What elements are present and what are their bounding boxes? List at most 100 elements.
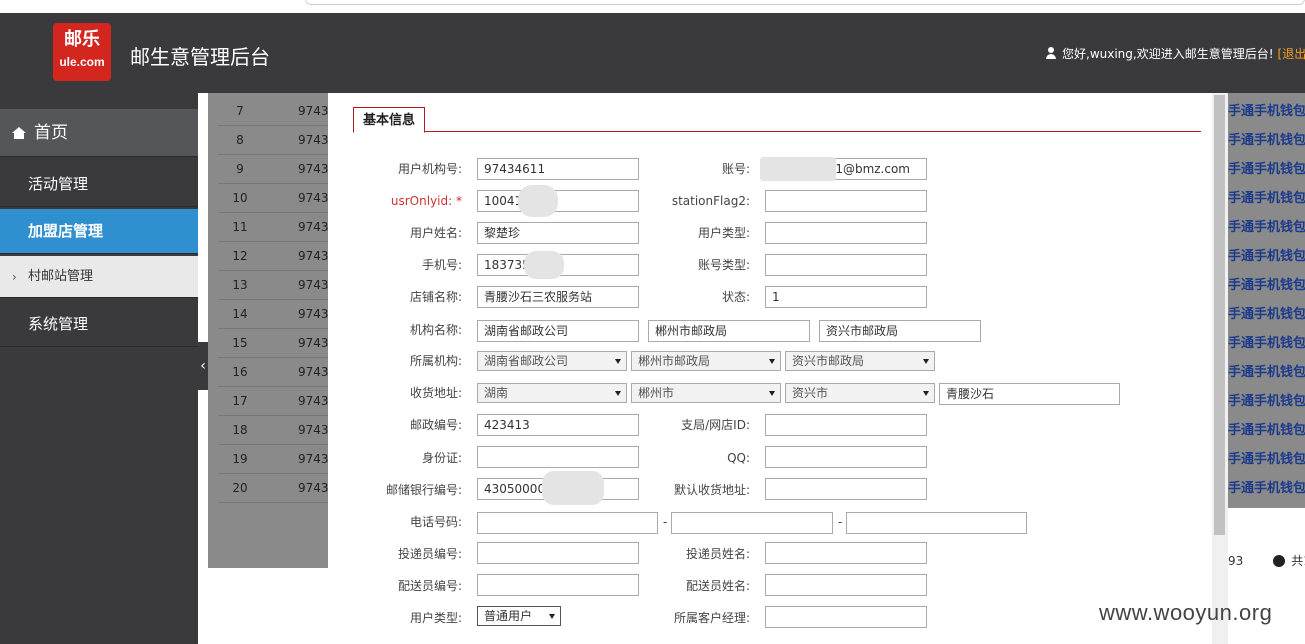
user-name-label: 用户姓名: bbox=[409, 226, 462, 240]
tel-label: 电话号码: bbox=[409, 515, 462, 529]
status-input[interactable]: 1 bbox=[765, 286, 927, 308]
address-detail-input[interactable]: 青腰沙石 bbox=[939, 383, 1120, 405]
required-mark: * bbox=[456, 194, 462, 208]
courier-name-input[interactable] bbox=[765, 542, 927, 564]
table-row[interactable]: 14 9743 bbox=[218, 300, 329, 329]
table-row[interactable]: 12 9743 bbox=[218, 242, 329, 271]
row-wallet-link[interactable]: 手通手机钱包 bbox=[1228, 300, 1305, 329]
row-wallet-link[interactable]: 手通手机钱包 bbox=[1228, 387, 1305, 416]
row-wallet-link[interactable]: 手通手机钱包 bbox=[1228, 155, 1305, 184]
chevron-right-icon: › bbox=[12, 270, 17, 284]
usr-only-id-label: usrOnlyid: * bbox=[368, 190, 462, 212]
logout-link[interactable]: [退出] bbox=[1278, 47, 1305, 61]
org-name-county-input[interactable]: 资兴市邮政局 bbox=[819, 320, 981, 342]
shop-name-input[interactable]: 青腰沙石三农服务站 bbox=[477, 286, 639, 308]
manager-input[interactable] bbox=[765, 606, 927, 628]
address-bar-edge[interactable] bbox=[305, 0, 1305, 5]
table-row[interactable]: 15 9743 bbox=[218, 329, 329, 358]
phone-label: 手机号: bbox=[421, 258, 462, 272]
pager-next-icon[interactable] bbox=[1273, 555, 1286, 567]
row-wallet-link[interactable]: 手通手机钱包 bbox=[1228, 184, 1305, 213]
table-row[interactable]: 13 9743 bbox=[218, 271, 329, 300]
courier-no-label: 投递员编号: bbox=[397, 547, 462, 561]
address-city-select[interactable]: 郴州市 bbox=[631, 383, 781, 403]
table-row[interactable]: 7 9743 bbox=[218, 97, 329, 126]
dropdown-arrow-icon bbox=[923, 391, 929, 396]
tel-separator: - bbox=[838, 515, 843, 529]
qq-label: QQ: bbox=[727, 451, 750, 465]
branch-id-input[interactable] bbox=[765, 414, 927, 436]
delivery-no-input[interactable] bbox=[477, 574, 639, 596]
redaction-blur bbox=[518, 185, 558, 217]
tab-basic-info[interactable]: 基本信息 bbox=[353, 107, 426, 133]
postcode-input[interactable]: 423413 bbox=[477, 414, 639, 436]
user-info: 您好,wuxing,欢迎进入邮生意管理后台! [退出] bbox=[1046, 45, 1305, 62]
usr-only-id-label-text: usrOnlyid: bbox=[390, 194, 453, 208]
delivery-name-label: 配送员姓名: bbox=[685, 579, 750, 593]
sidebar-item-village-post[interactable]: › 村邮站管理 bbox=[0, 256, 198, 298]
logo[interactable]: 邮乐 ule.com bbox=[53, 23, 111, 81]
user-type-input[interactable] bbox=[765, 222, 927, 244]
scrollbar-thumb[interactable] bbox=[1214, 95, 1225, 535]
row-wallet-link[interactable]: 手通手机钱包 bbox=[1228, 329, 1305, 358]
sidebar-item-system[interactable]: 系统管理 bbox=[0, 301, 198, 347]
table-row[interactable]: 18 9743 bbox=[218, 416, 329, 445]
address-province-select[interactable]: 湖南 bbox=[477, 383, 627, 403]
browser-strip bbox=[0, 0, 1305, 13]
delivery-name-input[interactable] bbox=[765, 574, 927, 596]
usr-only-id-input[interactable]: 10041 bbox=[477, 190, 639, 212]
sidebar-toggle-button[interactable]: ‹ bbox=[198, 342, 208, 390]
address-county-select[interactable]: 资兴市 bbox=[785, 383, 935, 403]
row-account: 9743 bbox=[298, 365, 329, 379]
row-number: 18 bbox=[232, 423, 248, 437]
table-row[interactable]: 11 9743 bbox=[218, 213, 329, 242]
row-wallet-link[interactable]: 手通手机钱包 bbox=[1228, 97, 1305, 126]
modal-scrollbar[interactable] bbox=[1212, 93, 1228, 644]
row-wallet-link[interactable]: 手通手机钱包 bbox=[1228, 474, 1305, 503]
dropdown-arrow-icon bbox=[769, 359, 775, 364]
header: 邮乐 ule.com 邮生意管理后台 您好,wuxing,欢迎进入邮生意管理后台… bbox=[0, 13, 1305, 93]
table-row[interactable]: 9 9743 bbox=[218, 155, 329, 184]
default-address-input[interactable] bbox=[765, 478, 927, 500]
table-row[interactable]: 10 9743 bbox=[218, 184, 329, 213]
delivery-no-label: 配送员编号: bbox=[397, 579, 462, 593]
table-row[interactable]: 16 9743 bbox=[218, 358, 329, 387]
row-wallet-link[interactable]: 手通手机钱包 bbox=[1228, 126, 1305, 155]
table-row[interactable]: 20 9743 bbox=[218, 474, 329, 503]
row-number: 17 bbox=[232, 394, 248, 408]
row-wallet-link[interactable]: 手通手机钱包 bbox=[1228, 358, 1305, 387]
user-type-select[interactable]: 普通用户 bbox=[477, 606, 561, 626]
sidebar-item-home[interactable]: 首页 bbox=[0, 109, 198, 157]
org-name-province-input[interactable]: 湖南省邮政公司 bbox=[477, 320, 639, 342]
row-wallet-link[interactable]: 手通手机钱包 bbox=[1228, 445, 1305, 474]
tab-underline bbox=[353, 131, 1201, 132]
row-number: 9 bbox=[236, 162, 244, 176]
row-wallet-link[interactable]: 手通手机钱包 bbox=[1228, 416, 1305, 445]
tel-ext-input[interactable] bbox=[846, 512, 1027, 534]
row-wallet-link[interactable]: 手通手机钱包 bbox=[1228, 271, 1305, 300]
account-type-input[interactable] bbox=[765, 254, 927, 276]
belong-org-county-select[interactable]: 资兴市邮政局 bbox=[785, 351, 935, 371]
id-card-input[interactable] bbox=[477, 446, 639, 468]
qq-input[interactable] bbox=[765, 446, 927, 468]
user-name-input[interactable]: 黎楚珍 bbox=[477, 222, 639, 244]
org-name-city-input[interactable]: 郴州市邮政局 bbox=[648, 320, 810, 342]
sidebar-item-label: 首页 bbox=[34, 123, 68, 143]
sidebar-item-franchise[interactable]: 加盟店管理 bbox=[0, 209, 198, 254]
tel-number-input[interactable] bbox=[671, 512, 833, 534]
user-detail-modal: 基本信息 用户机构号: 97434611 账号: 1@bmz.com usrOn… bbox=[328, 93, 1212, 644]
tel-area-input[interactable] bbox=[477, 512, 658, 534]
belong-org-city-select[interactable]: 郴州市邮政局 bbox=[631, 351, 781, 371]
station-flag-input[interactable] bbox=[765, 190, 927, 212]
table-row[interactable]: 8 9743 bbox=[218, 126, 329, 155]
select-value: 湖南省邮政公司 bbox=[484, 354, 569, 368]
table-row[interactable]: 17 9743 bbox=[218, 387, 329, 416]
row-number: 10 bbox=[232, 191, 248, 205]
courier-no-input[interactable] bbox=[477, 542, 639, 564]
row-wallet-link[interactable]: 手通手机钱包 bbox=[1228, 242, 1305, 271]
org-no-input[interactable]: 97434611 bbox=[477, 158, 639, 180]
table-row[interactable]: 19 9743 bbox=[218, 445, 329, 474]
belong-org-province-select[interactable]: 湖南省邮政公司 bbox=[477, 351, 627, 371]
sidebar-item-activity[interactable]: 活动管理 bbox=[0, 161, 198, 207]
row-wallet-link[interactable]: 手通手机钱包 bbox=[1228, 213, 1305, 242]
